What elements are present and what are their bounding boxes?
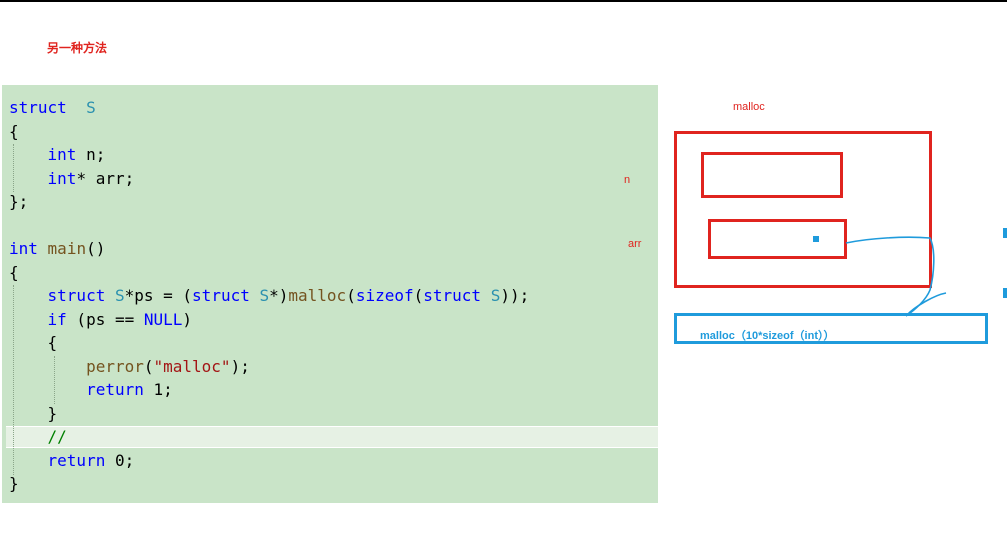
- edge-mark: [1003, 228, 1007, 238]
- edge-mark: [1003, 288, 1007, 298]
- pointer-arrow: [845, 236, 947, 317]
